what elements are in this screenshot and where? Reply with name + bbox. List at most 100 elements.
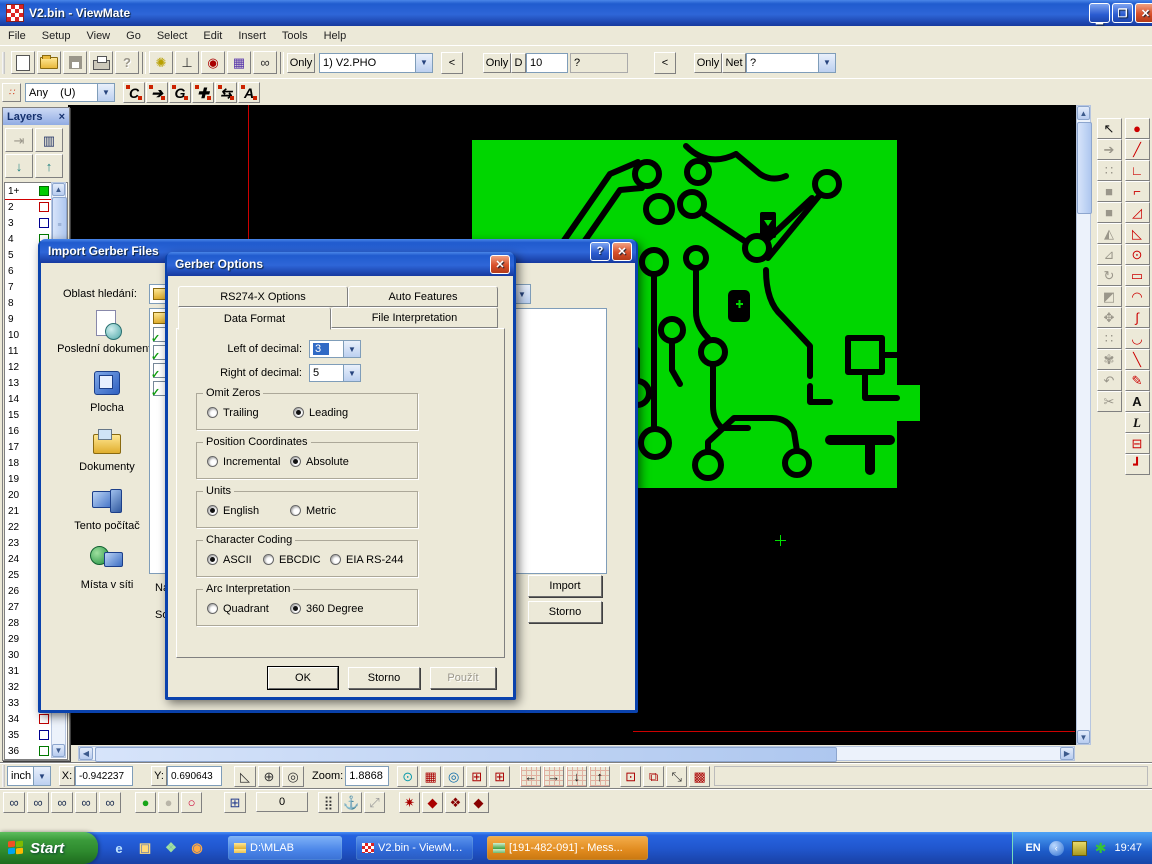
place-network-places[interactable]: Místa v síti <box>51 546 163 591</box>
dock-layer-button[interactable]: ⇥ <box>5 128 33 152</box>
radio-leading[interactable]: Leading <box>293 407 348 419</box>
target-origin-button[interactable]: ⊕ <box>258 766 280 787</box>
scale-button[interactable]: ◩ <box>1097 286 1122 307</box>
filled-square-button[interactable]: ■ <box>1097 181 1122 202</box>
aperture-c-button[interactable]: C <box>123 82 145 103</box>
aperture-flash-button[interactable]: ✚ <box>192 82 214 103</box>
flash-mode-button[interactable]: ✷ <box>399 792 420 813</box>
firefox-button[interactable]: ◉ <box>188 839 206 857</box>
gerber-dialog-titlebar[interactable]: Gerber Options ✕ <box>167 252 514 276</box>
flash-highlight-button[interactable]: ✺ <box>149 51 173 74</box>
pad-mode-button[interactable]: ◆ <box>422 792 443 813</box>
grid-table-button[interactable]: ⊞ <box>224 792 246 813</box>
layer-down-button[interactable]: ↓ <box>5 154 33 178</box>
pan-left-button[interactable]: ← <box>520 766 541 787</box>
radio-trailing[interactable]: Trailing <box>207 407 259 419</box>
scroll-down-button[interactable]: ▼ <box>52 744 65 757</box>
help-select-button[interactable]: ? <box>115 51 139 74</box>
help-button[interactable]: ? <box>590 242 610 261</box>
net-filter-combo[interactable]: ? ▼ <box>746 53 836 73</box>
hide-icons-button[interactable]: ‹ <box>1049 841 1064 856</box>
radio-button[interactable] <box>290 456 301 467</box>
close-button[interactable]: ✕ <box>1135 3 1152 23</box>
radio-360-degree[interactable]: 360 Degree <box>290 603 364 615</box>
zoom-select-button[interactable]: ◎ <box>443 766 464 787</box>
cut-trace-button[interactable]: ✂ <box>1097 391 1122 412</box>
menu-setup[interactable]: Setup <box>34 28 79 44</box>
language-indicator[interactable]: EN <box>1025 842 1040 854</box>
radio-button[interactable] <box>330 554 341 565</box>
start-button[interactable]: Start <box>0 832 98 864</box>
radio-metric[interactable]: Metric <box>290 505 336 517</box>
dcode-button[interactable]: D <box>511 53 526 73</box>
draw-pencil-button[interactable]: ✎ <box>1125 370 1150 391</box>
menu-edit[interactable]: Edit <box>195 28 230 44</box>
layer-up-button[interactable]: ↑ <box>35 154 63 178</box>
draw-arc-bottom-button[interactable]: ◡ <box>1125 328 1150 349</box>
aperture-swap-button[interactable]: ⇆ <box>215 82 237 103</box>
minimize-button[interactable]: ▁ <box>1089 3 1110 23</box>
radio-english[interactable]: English <box>207 505 259 517</box>
import-button[interactable]: Import <box>528 575 602 597</box>
view-polygons-button[interactable]: ∞ <box>75 792 97 813</box>
layer-swatch[interactable] <box>39 714 49 724</box>
menu-go[interactable]: Go <box>118 28 149 44</box>
radio-button[interactable] <box>290 603 301 614</box>
l-text-tool-button[interactable]: L <box>1125 412 1150 433</box>
horizontal-scrollbar[interactable]: ◀ ▶ <box>78 746 1075 761</box>
scroll-down-button[interactable]: ▼ <box>1077 730 1090 744</box>
scroll-thumb[interactable] <box>1077 122 1092 214</box>
tab-rs274x-options[interactable]: RS274-X Options <box>178 286 348 307</box>
radio-ebcdic[interactable]: EBCDIC <box>263 554 321 566</box>
zoom-grid-button[interactable]: ▦ <box>420 766 441 787</box>
restore-button[interactable]: ❐ <box>1112 3 1133 23</box>
prev-net-button[interactable]: < <box>654 52 676 74</box>
step-repeat-button[interactable]: ∷ <box>1097 328 1122 349</box>
scroll-right-button[interactable]: ▶ <box>1060 747 1074 760</box>
undo-button[interactable]: ↶ <box>1097 370 1122 391</box>
chevron-down-icon[interactable]: ▼ <box>97 84 114 101</box>
save-file-button[interactable] <box>63 51 87 74</box>
zoom-value-field[interactable]: 1.8868 <box>345 766 389 786</box>
draw-circle-button[interactable]: ⊙ <box>1125 244 1150 265</box>
clock[interactable]: 19:47 <box>1114 842 1142 854</box>
angle-measure-button[interactable]: ◺ <box>234 766 256 787</box>
lamp-outline-button[interactable]: ○ <box>181 792 202 813</box>
menu-tools[interactable]: Tools <box>274 28 316 44</box>
menu-view[interactable]: View <box>78 28 118 44</box>
move-item-button[interactable]: ✥ <box>1097 307 1122 328</box>
paste-pattern-button[interactable]: ∷ <box>1097 160 1122 181</box>
right-decimal-combo[interactable]: 5 ▼ <box>309 364 361 382</box>
window-area-button[interactable]: ⊡ <box>620 766 641 787</box>
only-dcode-button[interactable]: Only <box>483 53 511 73</box>
task-folder[interactable]: D:\MLAB <box>228 836 342 860</box>
apply-button[interactable]: Použít <box>430 667 496 689</box>
radio-button[interactable] <box>207 407 218 418</box>
task-viewmate[interactable]: V2.bin - ViewMate <box>356 836 473 860</box>
only-net-button[interactable]: Only <box>694 53 722 73</box>
draw-polyline-button[interactable]: ∟ <box>1125 160 1150 181</box>
scroll-left-button[interactable]: ◀ <box>79 747 93 760</box>
locate-point-button[interactable]: ◎ <box>282 766 304 787</box>
print-button[interactable] <box>89 51 113 74</box>
filled-square2-button[interactable]: ■ <box>1097 202 1122 223</box>
scroll-up-button[interactable]: ▲ <box>52 183 65 196</box>
y-coordinate-field[interactable]: 0.690643 <box>167 766 222 786</box>
pad-rotate-button[interactable]: ❖ <box>445 792 466 813</box>
view-dcodes-button[interactable]: ∞ <box>3 792 25 813</box>
menu-file[interactable]: File <box>0 28 34 44</box>
radio-button[interactable] <box>207 505 218 516</box>
draw-line-button[interactable]: ╱ <box>1125 139 1150 160</box>
chevron-down-icon[interactable]: ▼ <box>343 341 360 357</box>
close-icon[interactable]: ✕ <box>490 255 510 274</box>
radio-button[interactable] <box>207 554 218 565</box>
pad-highlight-button[interactable]: ◉ <box>201 51 225 74</box>
grid-full-button[interactable]: ⊞ <box>489 766 510 787</box>
search-folder-button[interactable]: ▣ <box>136 839 154 857</box>
pad-corner-button[interactable]: ◆ <box>468 792 489 813</box>
snap-arrows-button[interactable]: ⤢ <box>364 792 385 813</box>
cancel-button[interactable]: Storno <box>348 667 420 689</box>
draw-triangle-button[interactable]: ◺ <box>1125 223 1150 244</box>
draw-arc-top-button[interactable]: ◠ <box>1125 286 1150 307</box>
move-copy-button[interactable]: ➔ <box>1097 139 1122 160</box>
